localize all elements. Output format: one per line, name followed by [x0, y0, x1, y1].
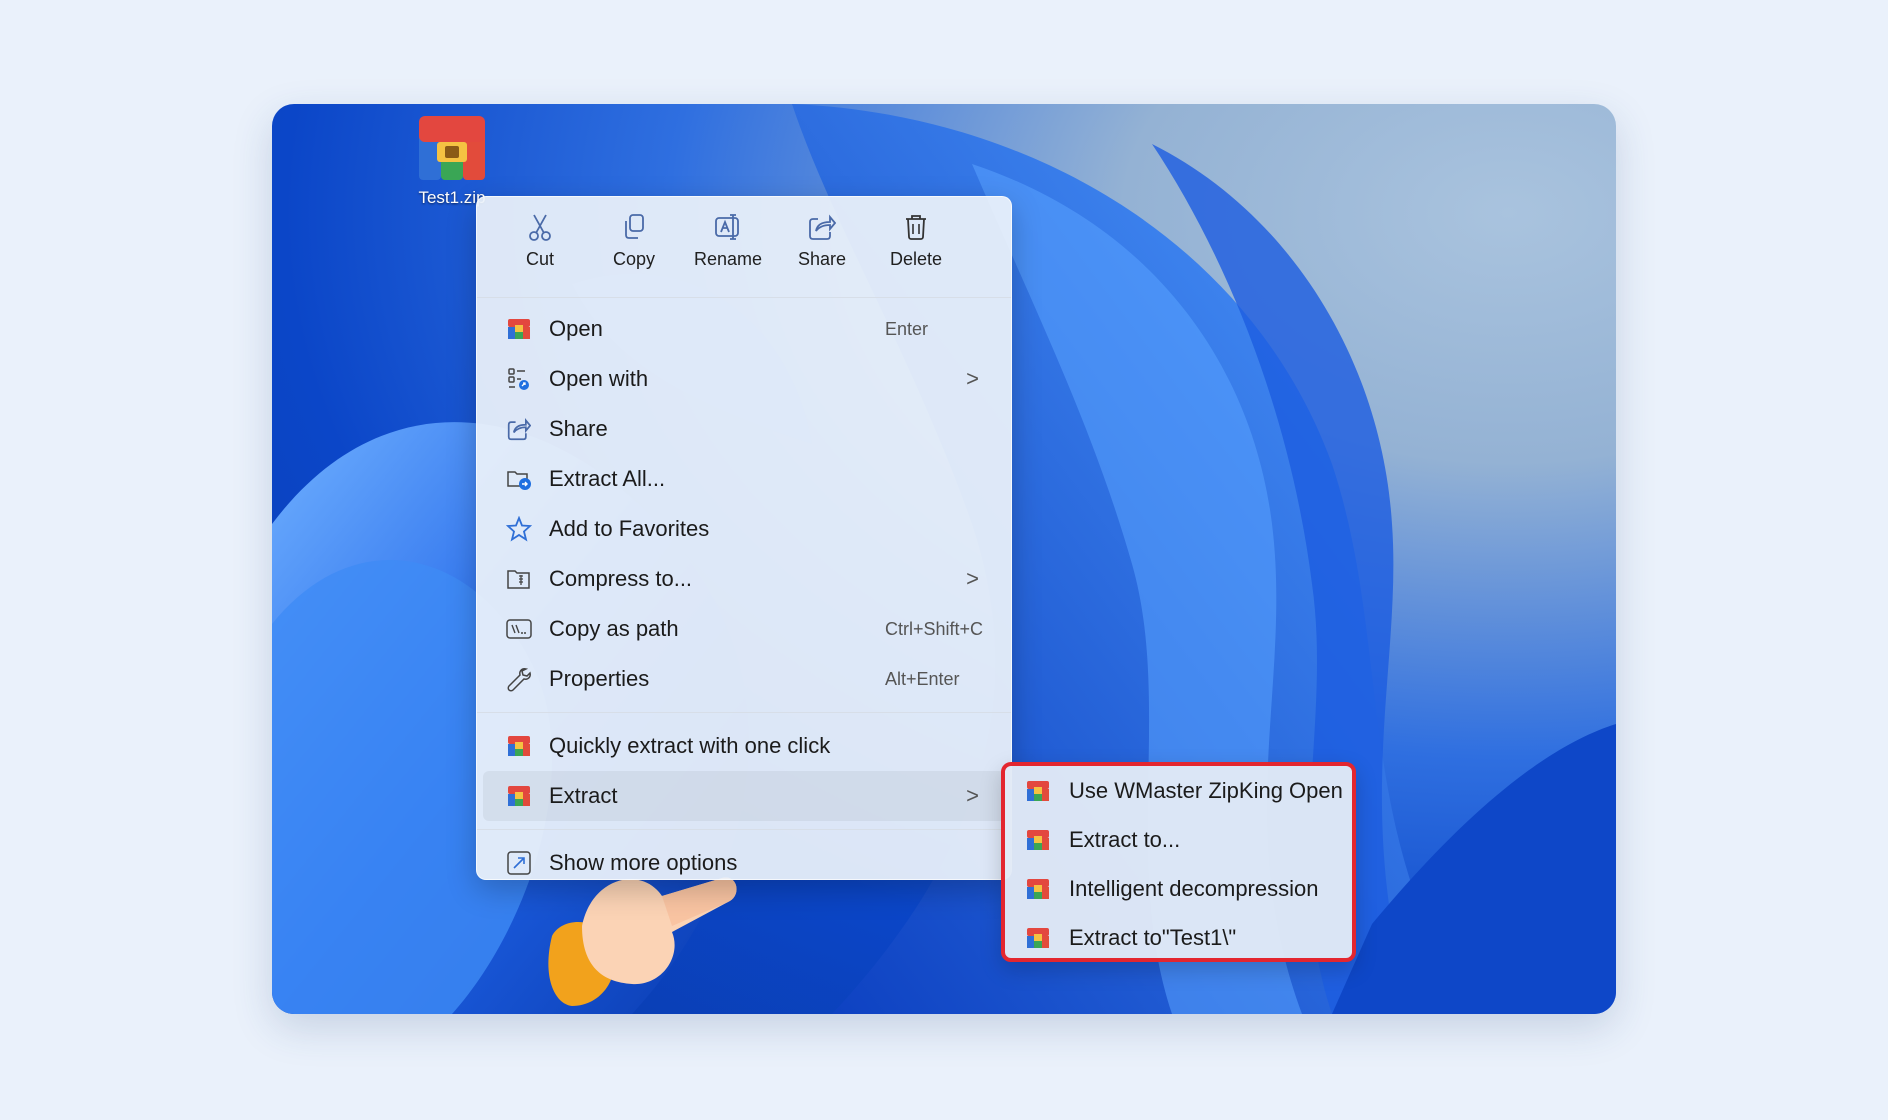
- menu-item-add-to-favorites[interactable]: Add to Favorites: [483, 504, 1005, 554]
- menu-item-open[interactable]: Open Enter: [483, 304, 1005, 354]
- submenu-item-intelligent-decompression[interactable]: Intelligent decompression: [1005, 864, 1352, 913]
- zipking-icon: [508, 736, 530, 756]
- submenu-item-label: Intelligent decompression: [1069, 875, 1319, 901]
- chevron-right-icon: >: [966, 783, 979, 808]
- copy-icon: [625, 214, 644, 239]
- menu-item-compress-to[interactable]: Compress to... >: [483, 554, 1005, 604]
- menu-item-share[interactable]: Share: [483, 404, 1005, 454]
- zipking-icon: [508, 786, 530, 806]
- submenu-item-label: Use WMaster ZipKing Open: [1069, 777, 1343, 803]
- menu-item-add-to-favorites-label: Add to Favorites: [549, 516, 710, 541]
- toolbar-rename-button[interactable]: Rename: [681, 213, 775, 297]
- menu-item-open-label: Open: [549, 316, 603, 341]
- extract-submenu: Use WMaster ZipKing Open Extract to... I…: [1001, 762, 1356, 962]
- toolbar-delete-button[interactable]: Delete: [869, 213, 963, 297]
- menu-item-properties[interactable]: Properties Alt+Enter: [483, 654, 1005, 704]
- zipking-icon: [1027, 878, 1049, 899]
- submenu-item-use-zipking-open[interactable]: Use WMaster ZipKing Open: [1005, 766, 1352, 815]
- menu-item-quick-extract[interactable]: Quickly extract with one click: [483, 721, 1005, 771]
- zipking-icon: [1027, 829, 1049, 850]
- menu-item-properties-shortcut: Alt+Enter: [885, 668, 960, 689]
- menu-item-show-more-options[interactable]: Show more options: [483, 838, 1005, 888]
- menu-separator: [477, 829, 1011, 830]
- submenu-item-extract-to-test1[interactable]: Extract to"Test1\": [1005, 913, 1352, 962]
- context-toolbar: Cut Copy Rename Share Delete: [477, 197, 1011, 298]
- menu-item-open-shortcut: Enter: [885, 318, 929, 339]
- submenu-item-label: Extract to"Test1\": [1069, 924, 1237, 950]
- toolbar-copy-button[interactable]: Copy: [587, 213, 681, 297]
- path-icon: [506, 619, 532, 639]
- star-icon: [506, 516, 532, 542]
- toolbar-cut-label: Cut: [525, 249, 554, 269]
- zipking-icon: [1027, 780, 1049, 801]
- toolbar-copy-label: Copy: [612, 249, 656, 269]
- desktop-file-test1-zip[interactable]: Test1.zip: [402, 116, 502, 208]
- toolbar-share-label: Share: [797, 249, 847, 269]
- chevron-right-icon: >: [966, 366, 979, 391]
- trash-icon: [906, 215, 926, 240]
- menu-item-extract-all-label: Extract All...: [549, 466, 666, 491]
- menu-item-properties-label: Properties: [549, 666, 650, 691]
- toolbar-share-button[interactable]: Share: [775, 213, 869, 297]
- menu-item-copy-as-path-shortcut: Ctrl+Shift+C: [885, 618, 984, 639]
- menu-item-extract-all[interactable]: Extract All...: [483, 454, 1005, 504]
- zipking-icon: [508, 319, 530, 339]
- chevron-right-icon: >: [966, 566, 979, 591]
- zip-archive-icon: [419, 116, 485, 180]
- submenu-item-label: Extract to...: [1069, 826, 1181, 852]
- menu-item-extract[interactable]: Extract >: [483, 771, 1005, 821]
- menu-item-copy-as-path-label: Copy as path: [549, 616, 679, 641]
- menu-item-extract-label: Extract: [549, 783, 618, 808]
- zipking-icon: [1027, 927, 1049, 948]
- toolbar-delete-label: Delete: [889, 249, 943, 269]
- context-menu: Cut Copy Rename Share Delete Open Enter …: [476, 196, 1012, 880]
- submenu-item-extract-to[interactable]: Extract to...: [1005, 815, 1352, 864]
- open-with-icon: [508, 368, 529, 390]
- menu-separator: [477, 712, 1011, 713]
- compress-icon: [507, 570, 530, 589]
- toolbar-cut-button[interactable]: Cut: [493, 213, 587, 297]
- scissors-icon: [529, 214, 551, 241]
- rename-icon: [715, 214, 739, 240]
- menu-item-quick-extract-label: Quickly extract with one click: [549, 733, 831, 758]
- share-icon: [507, 418, 531, 441]
- menu-item-open-with-label: Open with: [549, 366, 649, 391]
- menu-item-open-with[interactable]: Open with >: [483, 354, 1005, 404]
- menu-item-show-more-options-label: Show more options: [549, 850, 738, 875]
- menu-item-copy-as-path[interactable]: Copy as path Ctrl+Shift+C: [483, 604, 1005, 654]
- menu-item-compress-to-label: Compress to...: [549, 566, 693, 591]
- menu-item-share-label: Share: [549, 416, 608, 441]
- more-options-icon: [507, 851, 531, 875]
- share-icon: [809, 214, 836, 240]
- toolbar-rename-label: Rename: [693, 249, 763, 269]
- wrench-icon: [507, 668, 531, 692]
- extract-all-icon: [507, 471, 531, 490]
